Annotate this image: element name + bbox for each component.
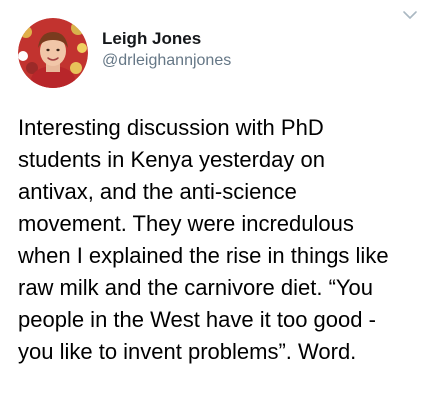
avatar[interactable] (18, 18, 88, 88)
author-handle[interactable]: @drleighannjones (102, 50, 231, 72)
tweet-text: Interesting discussion with PhD students… (18, 115, 389, 364)
avatar-photo (18, 18, 88, 88)
tweet-card: Leigh Jones @drleighannjones Interesting… (0, 0, 435, 413)
tweet-header: Leigh Jones @drleighannjones (18, 18, 417, 88)
chevron-down-icon[interactable] (401, 6, 419, 24)
author-info: Leigh Jones @drleighannjones (102, 18, 231, 72)
author-display-name[interactable]: Leigh Jones (102, 28, 231, 50)
